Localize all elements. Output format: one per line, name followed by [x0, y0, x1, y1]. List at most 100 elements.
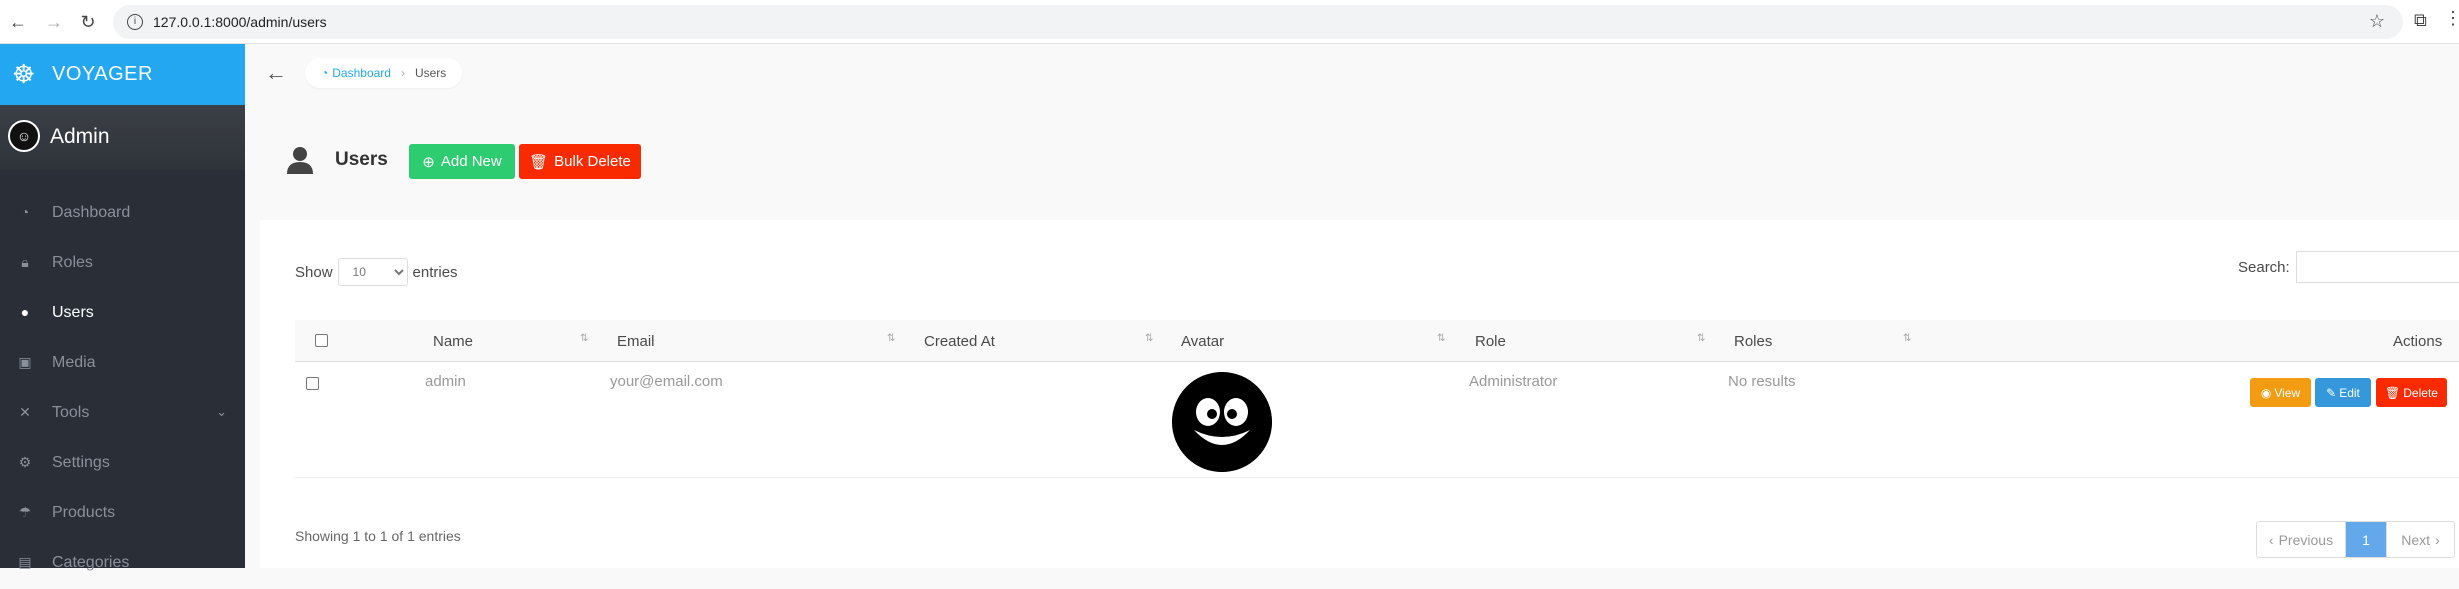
sidebar-item-users[interactable]: ● Users: [0, 289, 245, 339]
main-content: ← ◔ Dashboard › Users Users ⊕ Add New 🗑︎…: [245, 44, 2459, 568]
breadcrumb-current: Users: [414, 66, 447, 80]
sort-icon[interactable]: ⇅: [1437, 333, 1445, 344]
sidebar-item-tools[interactable]: ✕ Tools ⌄: [0, 389, 245, 439]
bulk-delete-label: Bulk Delete: [554, 153, 631, 170]
back-arrow-icon[interactable]: ←: [4, 8, 32, 36]
next-label: Next: [2401, 531, 2431, 548]
page-header: Users ⊕ Add New 🗑︎ Bulk Delete: [245, 102, 2459, 220]
sidebar-item-products[interactable]: ☂ Products: [0, 489, 245, 539]
chevron-down-icon: ⌄: [216, 404, 227, 419]
helm-logo-icon: ☸: [12, 59, 36, 89]
dashboard-icon: ◔: [20, 204, 30, 220]
lock-icon: 🔒︎: [21, 254, 29, 270]
sidebar: ☸ VOYAGER ☺ Admin ◔ Dashboard 🔒︎ Roles ●…: [0, 44, 245, 571]
row-checkbox[interactable]: [306, 377, 319, 390]
sort-icon[interactable]: ⇅: [1697, 333, 1705, 344]
document-icon: ▤: [18, 554, 32, 570]
page-title: Users: [335, 149, 388, 170]
url-text: 127.0.0.1:8000/admin/users: [153, 14, 327, 30]
sort-icon[interactable]: ⇅: [580, 333, 588, 344]
pagination: ‹ Previous 1 Next ›: [2256, 521, 2455, 558]
forward-arrow-icon[interactable]: →: [40, 8, 68, 36]
pagination-previous[interactable]: ‹ Previous: [2257, 522, 2346, 557]
select-all-checkbox[interactable]: [315, 334, 328, 347]
previous-label: Previous: [2278, 531, 2334, 548]
breadcrumb-home[interactable]: ◔ Dashboard: [321, 66, 391, 80]
trash-icon: 🗑︎: [2385, 385, 2401, 400]
pagination-next[interactable]: Next ›: [2386, 522, 2454, 557]
sidebar-item-label: Categories: [52, 554, 130, 571]
plus-circle-icon: ⊕: [422, 153, 435, 171]
sidebar-item-label: Users: [52, 304, 94, 321]
column-header-actions: Actions: [2393, 333, 2443, 350]
sort-icon[interactable]: ⇅: [1145, 333, 1153, 344]
breadcrumb-bar: ← ◔ Dashboard › Users: [245, 44, 2459, 102]
edit-icon: ✎: [2326, 385, 2337, 400]
entries-label: entries: [412, 263, 458, 281]
user-icon: ●: [20, 304, 30, 320]
trash-icon: 🗑︎: [529, 153, 549, 171]
pagination-page[interactable]: 1: [2346, 522, 2386, 557]
page-size-select[interactable]: 10: [337, 258, 408, 286]
edit-label: Edit: [2339, 385, 2360, 400]
brand-header[interactable]: ☸ VOYAGER: [0, 44, 245, 105]
brand-name: VOYAGER: [52, 63, 153, 85]
search-input[interactable]: [2295, 251, 2459, 283]
sidebar-item-label: Media: [52, 354, 96, 371]
site-info-icon[interactable]: i: [127, 14, 143, 30]
chevron-left-icon: ‹: [2268, 531, 2274, 548]
delete-button[interactable]: 🗑︎ Delete: [2376, 378, 2447, 407]
column-header-avatar[interactable]: Avatar: [1181, 333, 1224, 350]
column-header-role[interactable]: Role: [1475, 333, 1506, 350]
breadcrumb-home-label: Dashboard: [332, 66, 391, 80]
chevron-right-icon: ›: [2435, 531, 2440, 548]
bookmark-star-icon[interactable]: ☆: [2369, 11, 2385, 32]
table-row: admin your@email.com Administrator No re…: [295, 362, 2459, 478]
cell-email: your@email.com: [610, 373, 723, 390]
delete-label: Delete: [2403, 385, 2438, 400]
profile-name: Admin: [50, 125, 110, 148]
sidebar-item-label: Tools: [52, 404, 90, 421]
sort-icon[interactable]: ⇅: [1903, 333, 1911, 344]
view-label: View: [2274, 385, 2301, 400]
breadcrumb-separator-icon: ›: [400, 66, 405, 80]
tools-icon: ✕: [19, 404, 31, 420]
search-control: Search:: [2238, 251, 2459, 283]
view-button[interactable]: ◉ View: [2250, 378, 2311, 407]
browser-toolbar: ← → ↻ i 127.0.0.1:8000/admin/users ☆ ⧉ ⋮: [0, 0, 2459, 44]
edit-button[interactable]: ✎ Edit: [2315, 378, 2371, 407]
table-header: Name ⇅ Email ⇅ Created At ⇅ Avatar ⇅ Rol…: [295, 320, 2459, 362]
search-label: Search:: [2238, 258, 2290, 276]
sidebar-item-label: Roles: [52, 254, 93, 271]
sidebar-item-categories[interactable]: ▤ Categories: [0, 539, 245, 589]
browser-menu-icon[interactable]: ⋮: [2444, 8, 2459, 29]
cell-name: admin: [425, 373, 466, 390]
reload-icon[interactable]: ↻: [74, 8, 102, 36]
umbrella-icon: ☂: [18, 504, 32, 520]
images-icon: ▣: [18, 354, 32, 370]
extensions-icon[interactable]: ⧉: [2414, 10, 2427, 31]
page-size-control: Show 10 entries: [295, 258, 458, 286]
user-icon: [287, 147, 313, 174]
profile-panel[interactable]: ☺ Admin: [0, 105, 245, 170]
column-header-created-at[interactable]: Created At: [924, 333, 995, 350]
table-info: Showing 1 to 1 of 1 entries: [295, 528, 461, 544]
sidebar-item-roles[interactable]: 🔒︎ Roles: [0, 239, 245, 289]
sidebar-item-label: Settings: [52, 454, 110, 471]
cell-roles: No results: [1728, 373, 1796, 390]
sidebar-item-dashboard[interactable]: ◔ Dashboard: [0, 189, 245, 239]
sidebar-item-media[interactable]: ▣ Media: [0, 339, 245, 389]
eye-icon: ◉: [2260, 385, 2272, 400]
column-header-name[interactable]: Name: [433, 333, 473, 350]
dashboard-icon: ◔: [321, 66, 329, 80]
gear-icon: ⚙: [18, 454, 32, 470]
sort-icon[interactable]: ⇅: [887, 333, 895, 344]
address-bar[interactable]: i 127.0.0.1:8000/admin/users ☆: [113, 5, 2403, 39]
back-arrow-icon[interactable]: ←: [265, 60, 287, 86]
sidebar-item-settings[interactable]: ⚙ Settings: [0, 439, 245, 489]
column-header-roles[interactable]: Roles: [1734, 333, 1772, 350]
add-new-button[interactable]: ⊕ Add New: [409, 144, 515, 179]
column-header-email[interactable]: Email: [617, 333, 655, 350]
cell-role: Administrator: [1469, 373, 1558, 390]
bulk-delete-button[interactable]: 🗑︎ Bulk Delete: [519, 144, 641, 179]
